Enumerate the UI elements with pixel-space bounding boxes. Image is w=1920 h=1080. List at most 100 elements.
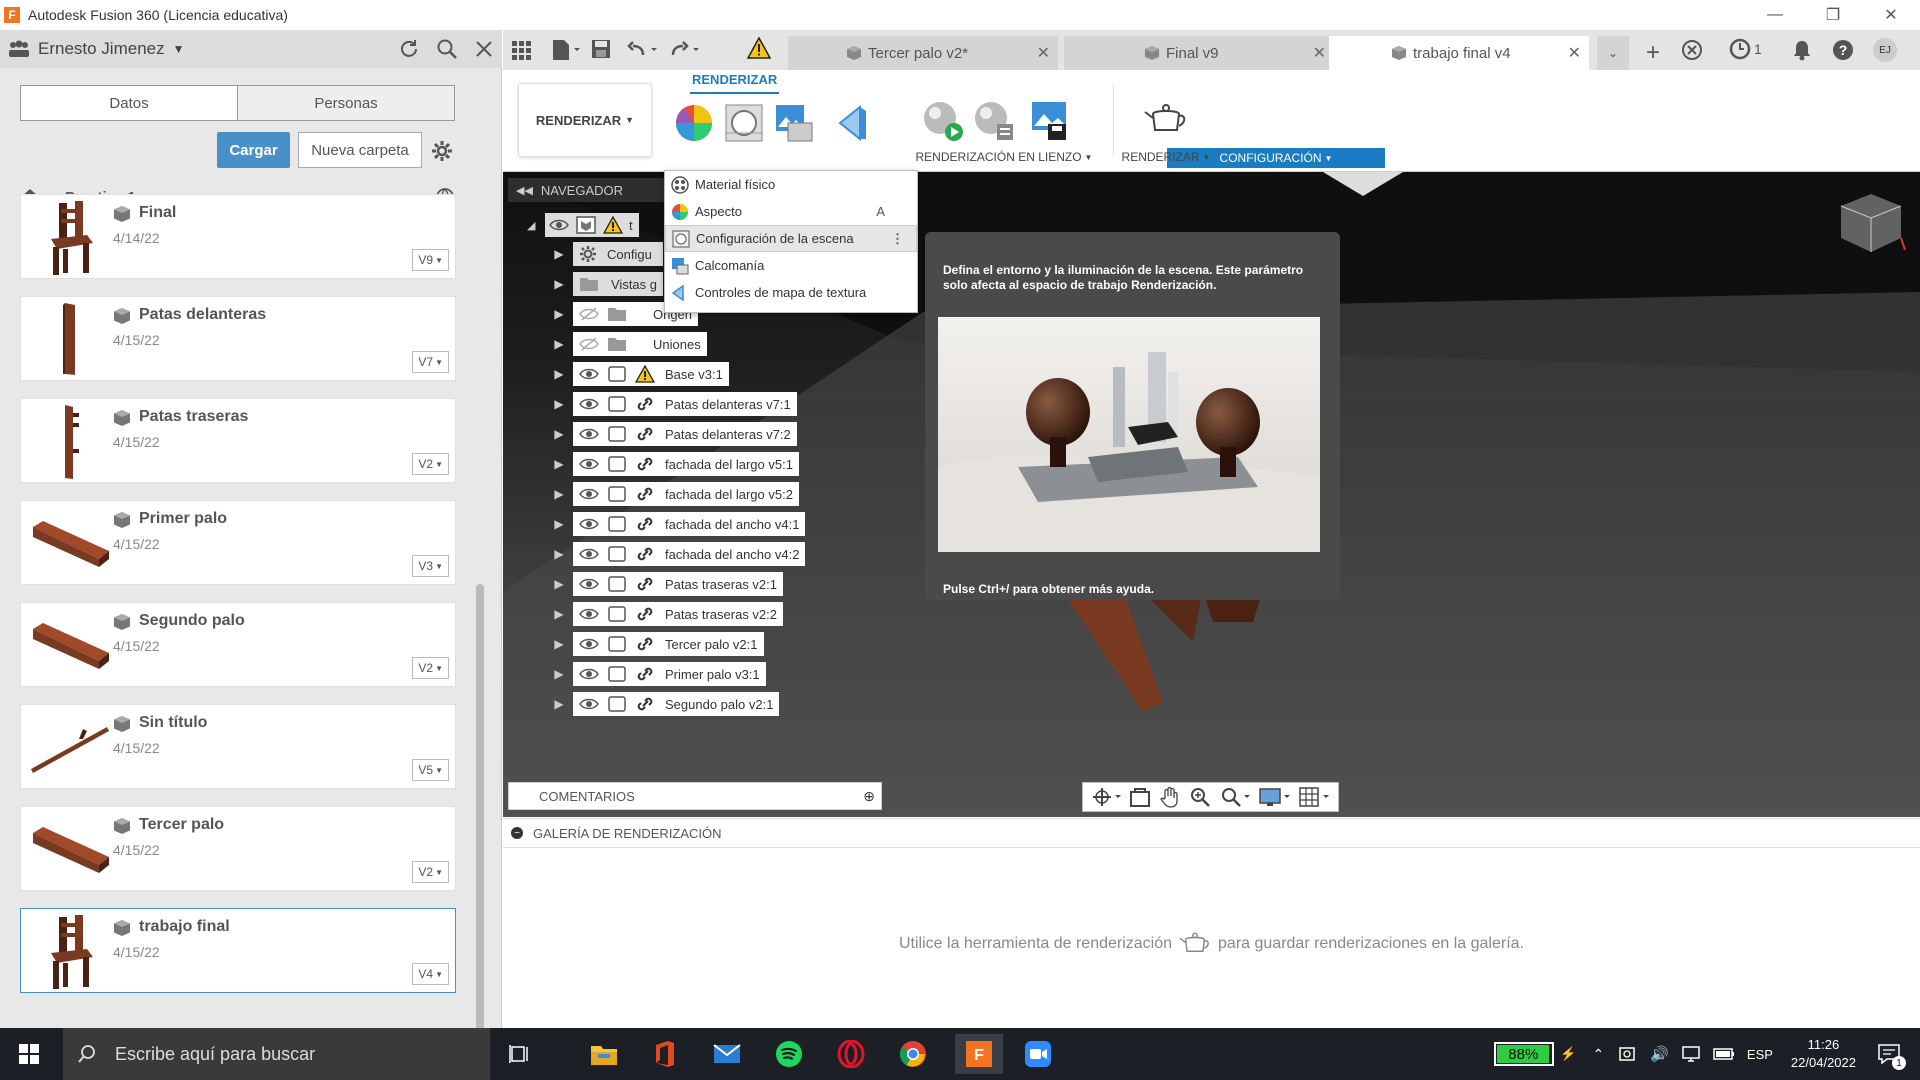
doc-tab-final[interactable]: Final v9 ✕ — [1064, 36, 1334, 70]
notifications-icon[interactable] — [1792, 39, 1812, 61]
chrome-icon[interactable] — [893, 1036, 933, 1072]
gear-icon[interactable] — [431, 140, 453, 162]
team-selector[interactable]: Ernesto Jimenez ▼ — [8, 39, 185, 59]
windows-start-icon[interactable] — [19, 1044, 39, 1064]
browser-row-config[interactable]: ▶ Configu — [545, 242, 663, 266]
tab-datos[interactable]: Datos — [21, 86, 237, 120]
extensions-icon[interactable] — [1681, 39, 1703, 61]
eye-icon[interactable] — [579, 367, 599, 381]
menu-item-appearance[interactable]: Aspecto A — [665, 198, 917, 225]
file-card[interactable]: Tercer palo 4/15/22 V2 ▼ — [20, 806, 456, 891]
render-gallery-header[interactable]: − GALERÍA DE RENDERIZACIÓN — [503, 818, 1920, 848]
browser-item-row[interactable]: ▶ fachada del largo v5:2 — [545, 482, 799, 506]
add-comment-icon[interactable]: ⊕ — [863, 788, 875, 805]
expand-triangle-icon[interactable]: ▶ — [545, 667, 573, 681]
file-card[interactable]: Patas delanteras 4/15/22 V7 ▼ — [20, 296, 456, 381]
pan-hand-icon[interactable] — [1159, 786, 1181, 808]
collapse-triangle-icon[interactable]: ◢ — [527, 219, 545, 232]
task-view-icon[interactable] — [500, 1036, 540, 1072]
version-dropdown[interactable]: V7 ▼ — [412, 351, 449, 373]
fusion-taskbar-icon[interactable]: F — [955, 1034, 1003, 1074]
new-tab-button[interactable]: + — [1637, 36, 1669, 70]
browser-item-row[interactable]: ▶ Primer palo v3:1 — [545, 662, 766, 686]
help-icon[interactable]: ? — [1832, 39, 1854, 61]
in-canvas-group-label[interactable]: RENDERIZACIÓN EN LIENZO ▼ — [904, 150, 1104, 164]
expand-triangle-icon[interactable]: ▶ — [545, 247, 573, 261]
version-dropdown[interactable]: V9 ▼ — [412, 249, 449, 271]
version-dropdown[interactable]: V2 ▼ — [412, 657, 449, 679]
browser-item-row[interactable]: ▶ Patas traseras v2:2 — [545, 602, 783, 626]
data-panel-scrollbar[interactable] — [476, 584, 484, 1054]
minimize-button[interactable]: — — [1746, 0, 1804, 30]
eye-hidden-icon[interactable] — [579, 337, 599, 351]
file-menu-icon[interactable] — [551, 38, 581, 62]
tab-overflow-button[interactable]: ⌄ — [1597, 36, 1629, 70]
save-icon[interactable] — [591, 39, 611, 59]
browser-item-row[interactable]: ▶ Patas traseras v2:1 — [545, 572, 783, 596]
menu-item-decal[interactable]: Calcomanía — [665, 252, 917, 279]
appearance-icon[interactable] — [674, 103, 714, 143]
eye-icon[interactable] — [579, 427, 599, 441]
restore-button[interactable]: ❐ — [1804, 0, 1862, 30]
expand-triangle-icon[interactable]: ▶ — [545, 337, 573, 351]
tab-personas[interactable]: Personas — [237, 86, 454, 120]
more-options-icon[interactable]: ⋮ — [891, 231, 904, 247]
browser-item-row[interactable]: ▶ Uniones — [545, 332, 707, 356]
expand-triangle-icon[interactable]: ▶ — [545, 307, 573, 321]
look-at-icon[interactable] — [1129, 786, 1151, 808]
in-canvas-settings-icon[interactable] — [973, 100, 1015, 142]
render-group-label[interactable]: RENDERIZAR ▼ — [1119, 150, 1213, 164]
expand-triangle-icon[interactable]: ▶ — [545, 367, 573, 381]
version-dropdown[interactable]: V2 ▼ — [412, 861, 449, 883]
browser-item-row[interactable]: ▶ Patas delanteras v7:2 — [545, 422, 797, 446]
file-card[interactable]: trabajo final 4/15/22 V4 ▼ — [20, 908, 456, 993]
close-window-button[interactable]: ✕ — [1862, 0, 1920, 30]
doc-tab-trabajo-final[interactable]: trabajo final v4 ✕ — [1329, 36, 1589, 70]
eye-icon[interactable] — [579, 517, 599, 531]
expand-triangle-icon[interactable]: ▶ — [545, 397, 573, 411]
browser-item-row[interactable]: ▶ fachada del ancho v4:1 — [545, 512, 806, 536]
viewcube-icon[interactable] — [1831, 186, 1911, 266]
browser-root-row[interactable]: ◢ t — [527, 213, 639, 237]
redo-icon[interactable] — [669, 39, 703, 59]
language-indicator[interactable]: ESP — [1747, 1047, 1773, 1062]
expand-triangle-icon[interactable]: ▶ — [545, 697, 573, 711]
browser-item-row[interactable]: ▶ Tercer palo v2:1 — [545, 632, 764, 656]
network-icon[interactable] — [1681, 1045, 1701, 1063]
scene-settings-icon[interactable] — [724, 103, 764, 143]
orbit-icon[interactable] — [1091, 786, 1122, 808]
expand-triangle-icon[interactable]: ▶ — [545, 517, 573, 531]
undo-icon[interactable] — [627, 39, 661, 59]
eye-hidden-icon[interactable] — [579, 307, 599, 321]
sync-icon[interactable] — [1618, 1045, 1638, 1063]
mail-icon[interactable] — [707, 1036, 747, 1072]
doc-tab-tercer-palo[interactable]: Tercer palo v2* ✕ — [788, 36, 1058, 70]
display-settings-icon[interactable] — [1258, 786, 1290, 808]
expand-triangle-icon[interactable]: ▶ — [545, 607, 573, 621]
expand-triangle-icon[interactable]: ▶ — [545, 457, 573, 471]
file-card[interactable]: Final 4/14/22 V9 ▼ — [20, 194, 456, 279]
user-avatar[interactable]: EJ — [1873, 38, 1897, 62]
browser-item-row[interactable]: ▶ fachada del ancho v4:2 — [545, 542, 806, 566]
upload-button[interactable]: Cargar — [217, 132, 290, 168]
battery-tray-icon[interactable] — [1713, 1047, 1735, 1061]
close-tab-icon[interactable]: ✕ — [1037, 43, 1050, 63]
eye-icon[interactable] — [579, 697, 599, 711]
clock[interactable]: 11:26 22/04/2022 — [1791, 1036, 1856, 1072]
battery-indicator[interactable]: 88% — [1494, 1042, 1555, 1066]
browser-item-row[interactable]: ▶ fachada del largo v5:1 — [545, 452, 799, 476]
comments-panel[interactable]: COMENTARIOS ⊕ — [508, 782, 882, 810]
chevron-up-icon[interactable]: ⌃ — [1592, 1046, 1604, 1063]
collapse-left-icon[interactable]: ◀◀ — [516, 184, 533, 197]
zoom-app-icon[interactable] — [1018, 1036, 1058, 1072]
browser-item-row[interactable]: ▶ Segundo palo v2:1 — [545, 692, 780, 716]
close-tab-icon[interactable]: ✕ — [1313, 43, 1326, 63]
eye-icon[interactable] — [549, 218, 569, 232]
expand-triangle-icon[interactable]: ▶ — [545, 577, 573, 591]
browser-item-row[interactable]: ▶ Base v3:1 — [545, 362, 729, 386]
eye-icon[interactable] — [579, 457, 599, 471]
version-dropdown[interactable]: V4 ▼ — [412, 963, 449, 985]
fit-zoom-icon[interactable] — [1220, 786, 1250, 808]
close-panel-icon[interactable] — [474, 39, 494, 59]
expand-triangle-icon[interactable]: ▶ — [545, 277, 573, 291]
